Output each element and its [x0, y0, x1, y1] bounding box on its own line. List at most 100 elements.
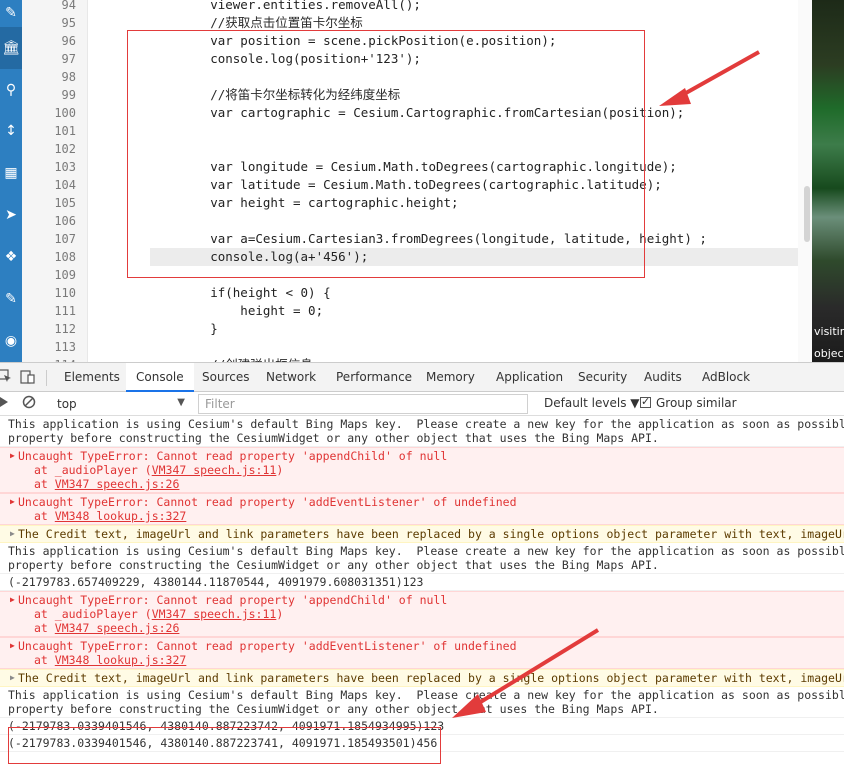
bank-icon[interactable]: 🏛: [0, 26, 22, 69]
search-icon[interactable]: ⚲: [0, 69, 22, 111]
code-line[interactable]: var longitude = Cesium.Math.toDegrees(ca…: [150, 158, 677, 176]
context-select-value: top: [57, 397, 77, 411]
tab-performance[interactable]: Performance: [326, 363, 422, 392]
inspect-element-icon[interactable]: [0, 369, 14, 385]
console-log-message: (-2179783.657409229, 4380144.11870544, 4…: [0, 574, 844, 591]
stack-frame: at VM347 speech.js:26: [18, 477, 844, 491]
stack-frame: at _audioPlayer (VM347 speech.js:11): [18, 607, 844, 621]
code-line[interactable]: //获取点击位置笛卡尔坐标: [150, 14, 363, 32]
group-similar-checkbox[interactable]: [640, 395, 651, 408]
tab-network[interactable]: Network: [256, 363, 326, 392]
chevron-down-icon: ▼: [177, 397, 185, 408]
line-number: 99: [61, 88, 76, 102]
line-number: 109: [54, 268, 76, 282]
expand-triangle-icon[interactable]: ▶: [10, 527, 15, 541]
code-line[interactable]: var position = scene.pickPosition(e.posi…: [150, 32, 556, 50]
message-text: Uncaught TypeError: Cannot read property…: [18, 593, 448, 607]
expand-triangle-icon[interactable]: ▶: [10, 495, 15, 509]
tab-elements[interactable]: Elements: [54, 363, 130, 392]
tab-bar-separator: [46, 370, 47, 386]
tab-application[interactable]: Application: [486, 363, 573, 392]
source-link[interactable]: VM347 speech.js:26: [55, 477, 180, 491]
expand-triangle-icon[interactable]: ▶: [10, 449, 15, 463]
expand-triangle-icon[interactable]: ▶: [10, 593, 15, 607]
code-line[interactable]: var a=Cesium.Cartesian3.fromDegrees(long…: [150, 230, 707, 248]
tab-console[interactable]: Console: [126, 363, 194, 392]
stack-frame: at VM348 lookup.js:327: [18, 653, 844, 667]
console-log-message: (-2179783.0339401546, 4380140.887223741,…: [0, 735, 844, 752]
arrows-vertical-icon[interactable]: ↕: [0, 111, 22, 153]
console-warning-message: ▶ The Credit text, imageUrl and link para…: [0, 525, 844, 543]
paper-plane-icon[interactable]: ➤: [0, 194, 22, 236]
log-text: property before constructing the CesiumW…: [8, 558, 659, 572]
tab-security[interactable]: Security: [568, 363, 637, 392]
code-line[interactable]: //将笛卡尔坐标转化为经纬度坐标: [150, 86, 400, 104]
source-link[interactable]: VM347 speech.js:26: [55, 621, 180, 635]
console-toolbar: top ▼ Filter Default levels ▼ Group simi…: [0, 392, 844, 416]
editor-scrollbar[interactable]: [798, 0, 812, 362]
log-text: This application is using Cesium's defau…: [8, 688, 844, 702]
line-number: 101: [54, 124, 76, 138]
expand-triangle-icon[interactable]: ▶: [10, 639, 15, 653]
line-number: 94: [61, 0, 76, 12]
code-line[interactable]: var height = cartographic.height;: [150, 194, 458, 212]
context-select[interactable]: top ▼: [48, 394, 190, 414]
console-log-message: This application is using Cesium's defau…: [0, 416, 844, 447]
message-text: Uncaught TypeError: Cannot read property…: [18, 639, 517, 653]
log-text: property before constructing the CesiumW…: [8, 702, 659, 716]
log-text: (-2179783.0339401546, 4380140.887223741,…: [8, 736, 438, 750]
code-line[interactable]: var latitude = Cesium.Math.toDegrees(car…: [150, 176, 662, 194]
editor-scrollbar-thumb[interactable]: [804, 186, 810, 242]
console-warning-message: ▶ The Credit text, imageUrl and link para…: [0, 669, 844, 687]
eye-icon[interactable]: ◉: [0, 320, 22, 362]
log-text: (-2179783.0339401546, 4380140.887223742,…: [8, 719, 445, 733]
line-number: 113: [54, 340, 76, 354]
code-line[interactable]: viewer.entities.removeAll();: [150, 0, 421, 14]
line-number: 102: [54, 142, 76, 156]
default-levels-dropdown[interactable]: Default levels ▼: [544, 396, 640, 410]
log-text: property before constructing the CesiumW…: [8, 431, 659, 445]
source-link[interactable]: VM347 speech.js:11: [152, 607, 277, 621]
stack-frame-prefix: at _audioPlayer (: [34, 463, 152, 477]
line-number: 100: [54, 106, 76, 120]
line-number: 110: [54, 286, 76, 300]
stack-frame-prefix: at: [34, 477, 55, 491]
cubes-icon[interactable]: ❖: [0, 236, 22, 278]
stack-frame-suffix: ): [276, 607, 284, 621]
expand-triangle-icon[interactable]: ▶: [10, 671, 15, 685]
group-similar-label: Group similar: [656, 396, 737, 410]
tab-adblock[interactable]: AdBlock: [692, 363, 760, 392]
device-toolbar-icon[interactable]: [20, 369, 36, 385]
source-link[interactable]: VM348 lookup.js:327: [55, 509, 187, 523]
show-sidebar-icon[interactable]: [0, 395, 10, 412]
code-line[interactable]: var cartographic = Cesium.Cartographic.f…: [150, 104, 684, 122]
line-number: 108: [54, 250, 76, 264]
stack-frame-prefix: at _audioPlayer (: [34, 607, 152, 621]
map-icon[interactable]: ▦: [0, 152, 22, 194]
code-line[interactable]: }: [150, 320, 218, 338]
line-number: 111: [54, 304, 76, 318]
code-line[interactable]: console.log(a+'456');: [150, 248, 810, 266]
devtools-tab-bar: Elements Console Sources Network Performance…: [0, 362, 844, 392]
code-line[interactable]: if(height < 0) {: [150, 284, 330, 302]
tab-memory[interactable]: Memory: [416, 363, 485, 392]
source-link[interactable]: VM348 lookup.js:327: [55, 653, 187, 667]
console-error-message: ▶ Uncaught TypeError: Cannot read propert…: [0, 447, 844, 493]
stack-frame-prefix: at: [34, 653, 55, 667]
edit-icon[interactable]: ✎: [0, 278, 22, 320]
viewer-preview-pane[interactable]: visitin objec: [812, 0, 844, 362]
code-line[interactable]: console.log(position+'123');: [150, 50, 421, 68]
code-editor[interactable]: viewer.entities.removeAll(); //获取点击位置笛卡尔…: [88, 0, 810, 362]
console-error-message: ▶ Uncaught TypeError: Cannot read propert…: [0, 493, 844, 525]
line-number: 98: [61, 70, 76, 84]
source-link[interactable]: VM347 speech.js:11: [152, 463, 277, 477]
message-text: The Credit text, imageUrl and link param…: [18, 527, 844, 541]
clear-console-icon[interactable]: [22, 395, 36, 412]
code-line[interactable]: height = 0;: [150, 302, 323, 320]
pencil-icon[interactable]: ✎: [0, 0, 22, 27]
app-sidebar: ✎ 🏛 ⚲ ↕ ▦ ➤ ❖ ✎ ◉: [0, 0, 22, 362]
stack-frame: at VM347 speech.js:26: [18, 621, 844, 635]
tab-sources[interactable]: Sources: [192, 363, 259, 392]
tab-audits[interactable]: Audits: [634, 363, 692, 392]
filter-input[interactable]: Filter: [198, 394, 528, 414]
